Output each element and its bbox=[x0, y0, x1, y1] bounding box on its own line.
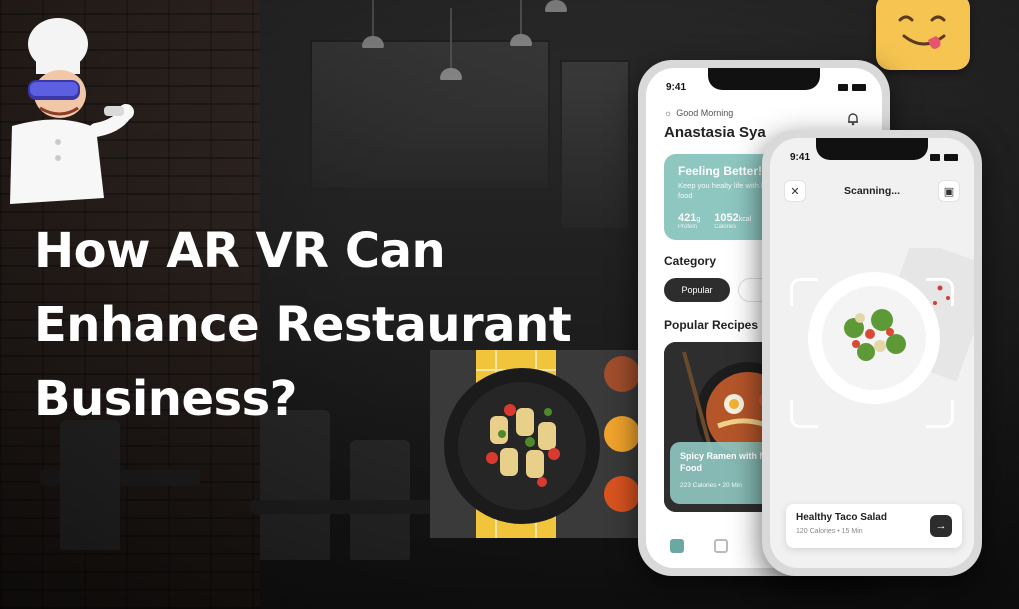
scan-header: ✕ Scanning... ▣ bbox=[784, 180, 960, 202]
chef-mascot-icon bbox=[10, 18, 134, 204]
scan-screen: 9:41 ✕ Scanning... ▣ Healthy Taco Salad … bbox=[770, 138, 974, 568]
sun-icon: ☼ bbox=[664, 108, 673, 118]
popular-recipes-title: Popular Recipes bbox=[664, 318, 759, 332]
status-time: 9:41 bbox=[790, 152, 811, 163]
close-icon[interactable]: ✕ bbox=[784, 180, 806, 202]
scan-title: Scanning... bbox=[843, 185, 900, 197]
scan-corner bbox=[926, 278, 954, 306]
status-bar: 9:41 bbox=[790, 152, 958, 163]
result-calories: 120 Calories bbox=[796, 528, 836, 535]
status-icons bbox=[930, 152, 958, 163]
protein-label: Protein bbox=[678, 224, 698, 230]
protein-unit: g bbox=[696, 216, 701, 223]
result-time: 15 Min bbox=[841, 528, 863, 535]
scan-frame bbox=[790, 278, 954, 428]
protein-stat: 421g Protein bbox=[678, 212, 700, 230]
chart-tab-icon[interactable] bbox=[714, 539, 728, 553]
food-photo bbox=[430, 350, 640, 538]
nutrition-stats: 421g Protein 1052kcal Calories bbox=[678, 212, 751, 230]
greeting-text: Good Morning bbox=[676, 108, 734, 118]
greeting: ☼ Good Morning bbox=[664, 108, 733, 118]
headline-line-1: How AR VR Can bbox=[34, 223, 446, 279]
battery-icon bbox=[944, 154, 958, 161]
protein-value: 421 bbox=[678, 212, 697, 224]
signal-icon bbox=[930, 154, 940, 161]
calories-value: 1052 bbox=[714, 212, 739, 224]
home-tab-icon[interactable] bbox=[670, 539, 684, 553]
calories-label: Calories bbox=[714, 224, 737, 230]
signal-icon bbox=[838, 84, 848, 91]
category-title: Category bbox=[664, 254, 717, 268]
scan-result-card[interactable]: Healthy Taco Salad 120 Calories • 15 Min… bbox=[786, 504, 962, 548]
recipe-calories: 223 Calories bbox=[680, 482, 717, 489]
user-name: Anastasia Sya bbox=[664, 124, 766, 141]
status-bar: 9:41 bbox=[666, 82, 866, 93]
status-icons bbox=[838, 82, 866, 93]
status-time: 9:41 bbox=[666, 82, 687, 93]
bell-icon[interactable] bbox=[846, 112, 860, 126]
category-pill-popular[interactable]: Popular bbox=[664, 278, 730, 302]
gallery-icon[interactable]: ▣ bbox=[937, 180, 960, 202]
scan-corner bbox=[926, 400, 954, 428]
result-name: Healthy Taco Salad bbox=[796, 512, 887, 523]
scan-corner bbox=[790, 400, 818, 428]
food-illustration bbox=[430, 350, 640, 538]
battery-icon bbox=[852, 84, 866, 91]
scan-corner bbox=[790, 278, 818, 306]
calories-unit: kcal bbox=[738, 216, 752, 223]
recipe-time: 20 Min bbox=[722, 482, 742, 489]
result-meta: 120 Calories • 15 Min bbox=[796, 528, 863, 535]
phone-scan-screen: 9:41 ✕ Scanning... ▣ Healthy Taco Salad … bbox=[762, 130, 982, 576]
emoji-tongue-icon bbox=[876, 0, 970, 70]
calories-stat: 1052kcal Calories bbox=[714, 212, 751, 230]
arrow-right-icon[interactable]: → bbox=[930, 515, 952, 537]
